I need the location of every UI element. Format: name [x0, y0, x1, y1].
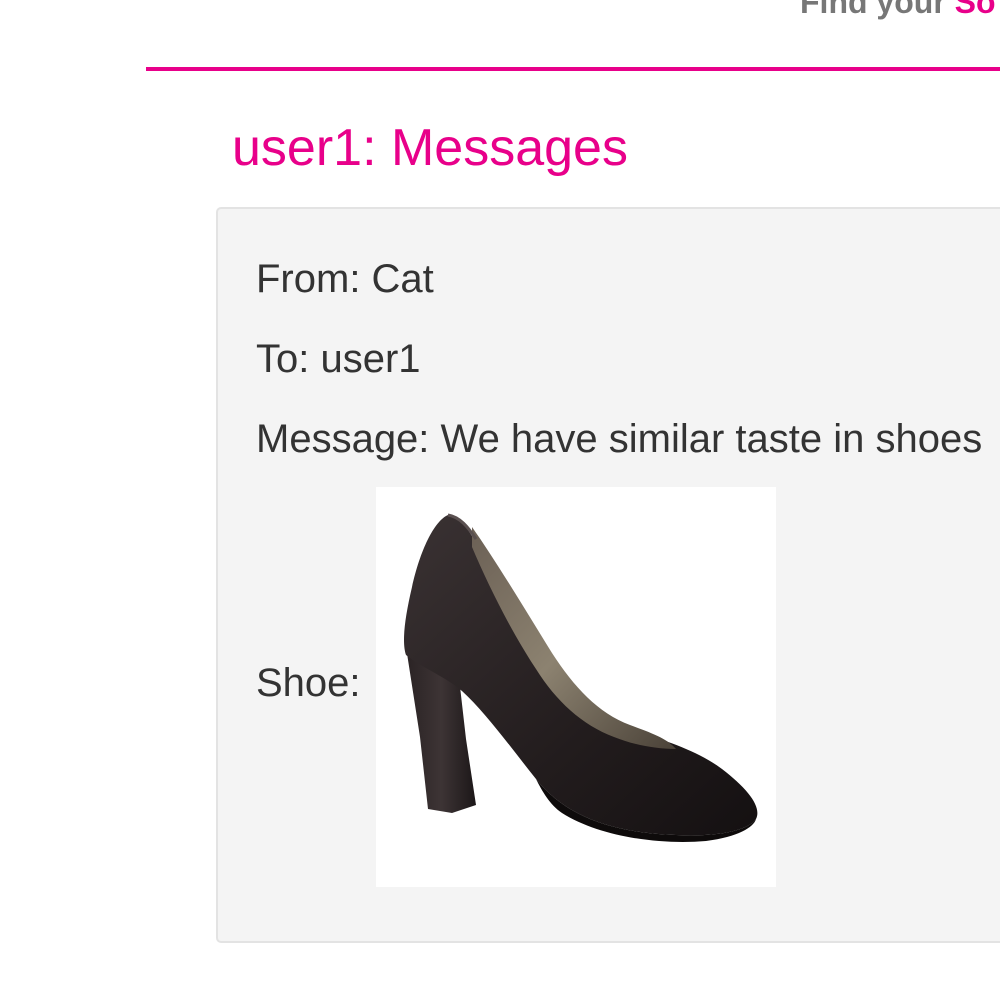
message-line: Message: We have similar taste in shoes — [256, 417, 982, 462]
tagline-prefix: Find your — [800, 0, 955, 20]
black-high-heel-pump-icon — [404, 513, 758, 842]
to-value: user1 — [320, 337, 421, 381]
messages-page: Find your So user1: Messages From: Cat T… — [0, 0, 1000, 1000]
message-card: From: Cat To: user1 Message: We have sim… — [216, 207, 1000, 943]
header-divider — [146, 67, 1000, 71]
message-text: We have similar taste in shoes — [440, 417, 983, 461]
shoe-label: Shoe: — [256, 661, 361, 705]
from-label: From: — [256, 257, 372, 301]
to-line: To: user1 — [256, 337, 421, 382]
message-label: Message: — [256, 417, 441, 461]
page-title: user1: Messages — [232, 119, 628, 177]
to-label: To: — [256, 337, 321, 381]
tagline-accent[interactable]: So — [955, 0, 996, 20]
site-tagline: Find your So — [800, 0, 996, 21]
from-line: From: Cat — [256, 257, 434, 302]
from-value: Cat — [371, 257, 434, 301]
shoe-image[interactable] — [376, 487, 776, 887]
